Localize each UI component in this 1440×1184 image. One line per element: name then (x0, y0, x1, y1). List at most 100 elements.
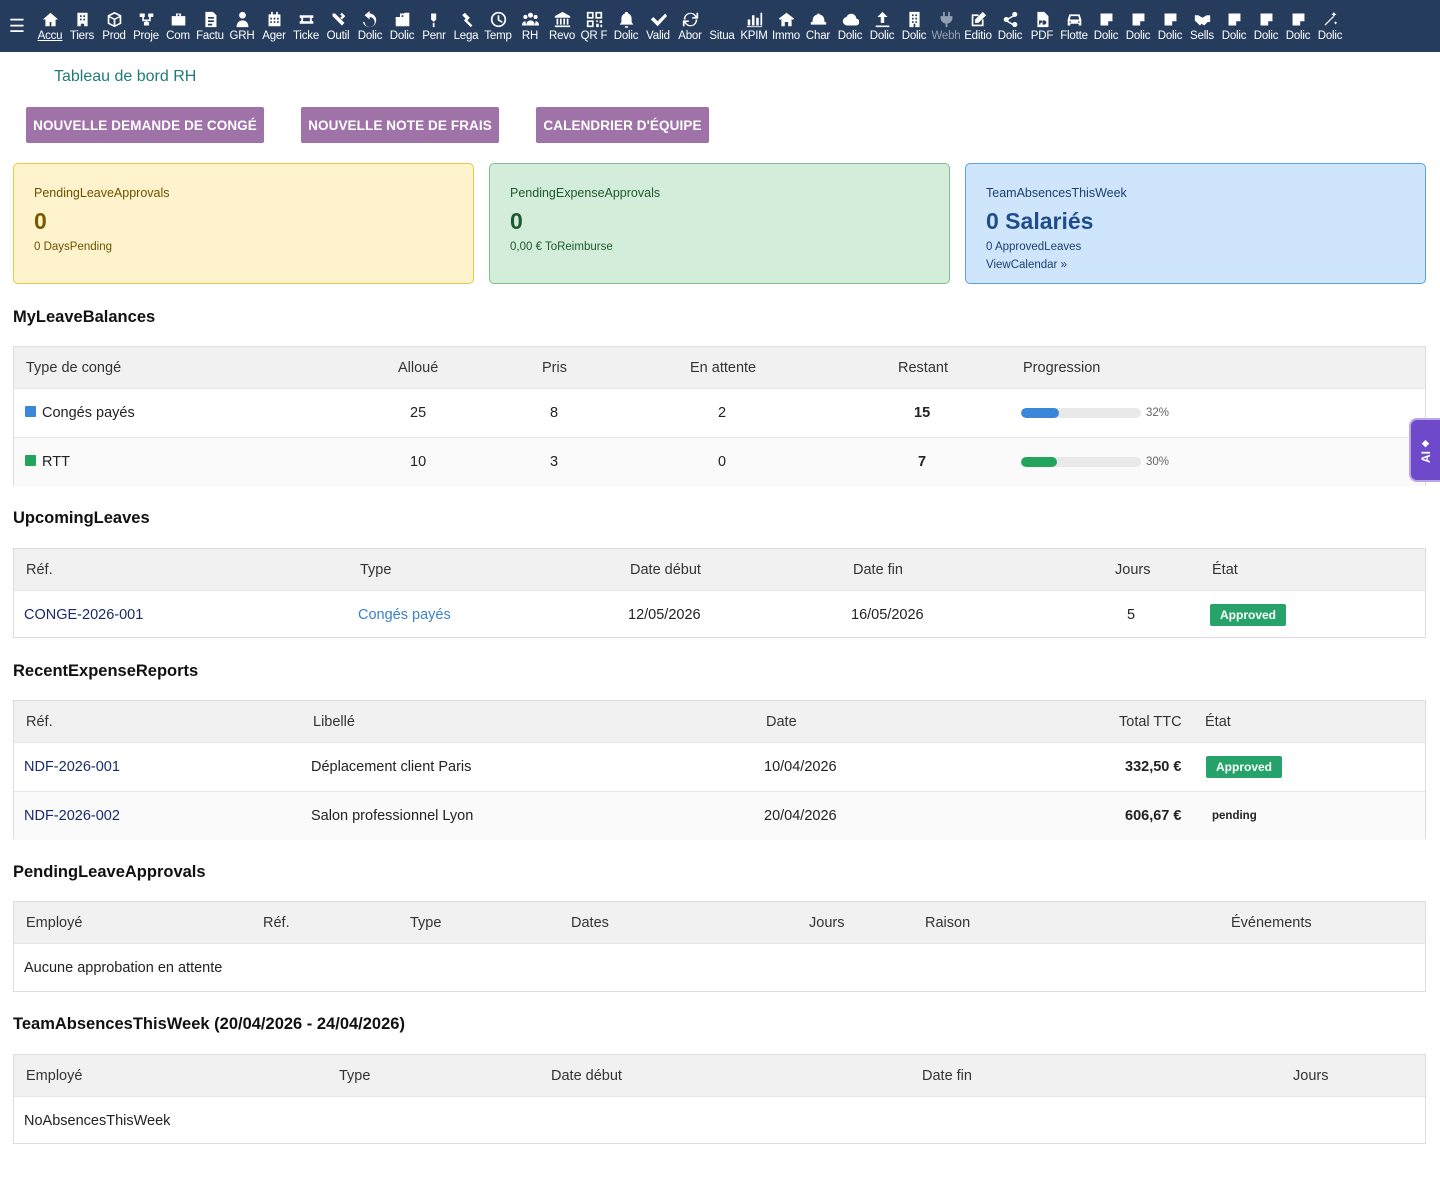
menu-item-18[interactable]: QR F (578, 0, 610, 52)
note-icon (1290, 9, 1307, 29)
menu-item-2[interactable]: Tiers (66, 0, 98, 52)
menu-item-14[interactable]: Lega (450, 0, 482, 52)
menu-item-9[interactable]: Ticke (290, 0, 322, 52)
pdf-icon (1034, 9, 1051, 29)
menu-item-4[interactable]: Proje (130, 0, 162, 52)
menu-item-label: Editio (964, 30, 992, 42)
card-title: PendingLeaveApprovals (34, 186, 170, 200)
upload-icon (874, 9, 891, 29)
col-header: Pris (542, 359, 567, 376)
menu-item-38[interactable]: Dolic (1218, 0, 1250, 52)
menu-item-label: Accu (37, 30, 63, 42)
menu-item-16[interactable]: RH (514, 0, 546, 52)
table-header: Réf. Libellé Date Total TTC État (14, 701, 1425, 742)
undo-icon (362, 9, 379, 29)
empty-row: NoAbsencesThisWeek (14, 1096, 1425, 1145)
menu-item-35[interactable]: Dolic (1122, 0, 1154, 52)
card-value: 0 Salariés (986, 208, 1094, 234)
col-header: Date début (630, 561, 701, 578)
menu-item-12[interactable]: Dolic (386, 0, 418, 52)
approvals-table: Employé Réf. Type Dates Jours Raison Évé… (13, 901, 1426, 992)
menu-item-1[interactable]: Accu (34, 0, 66, 52)
menu-item-label: PDF (1030, 30, 1054, 42)
table-row: RTT 10 3 0 7 30% (14, 437, 1425, 486)
menu-item-3[interactable]: Prod (98, 0, 130, 52)
menu-item-32[interactable]: PDF (1026, 0, 1058, 52)
menu-item-36[interactable]: Dolic (1154, 0, 1186, 52)
ai-assistant-tab[interactable]: ◆ AI (1409, 418, 1440, 482)
team-calendar-button[interactable]: CALENDRIER D'ÉQUIPE (536, 107, 709, 143)
view-calendar-link[interactable]: ViewCalendar » (986, 259, 1405, 271)
col-header: Jours (1293, 1067, 1329, 1084)
leave-type-link[interactable]: Congés payés (358, 607, 451, 623)
menu-item-5[interactable]: Com (162, 0, 194, 52)
menu-item-19[interactable]: Dolic (610, 0, 642, 52)
note-icon (1162, 9, 1179, 29)
menu-item-24[interactable]: Immo (770, 0, 802, 52)
menu-item-26[interactable]: Dolic (834, 0, 866, 52)
col-header: Jours (1115, 561, 1151, 578)
sync-icon (682, 9, 699, 29)
building-icon (74, 9, 91, 29)
menu-item-29[interactable]: Webh (930, 0, 962, 52)
card-sub: 0 DaysPending (34, 241, 112, 253)
menu-item-27[interactable]: Dolic (866, 0, 898, 52)
menu-item-40[interactable]: Dolic (1282, 0, 1314, 52)
menu-item-10[interactable]: Outil (322, 0, 354, 52)
new-leave-button[interactable]: NOUVELLE DEMANDE DE CONGÉ (26, 107, 264, 143)
menu-item-13[interactable]: Penr (418, 0, 450, 52)
tools-icon (330, 9, 347, 29)
col-header: Réf. (26, 713, 53, 730)
new-expense-button[interactable]: NOUVELLE NOTE DE FRAIS (301, 107, 499, 143)
menu-item-label: Temp (484, 30, 512, 42)
menu-item-label: Prod (102, 30, 126, 42)
menu-item-label: QR F (580, 30, 608, 42)
menu-item-34[interactable]: Dolic (1090, 0, 1122, 52)
expense-ref-link[interactable]: NDF-2026-002 (24, 808, 120, 824)
col-header: Type de congé (26, 359, 122, 376)
menu-item-label: Tiers (69, 30, 95, 42)
progress-bar (1021, 457, 1141, 467)
color-swatch (25, 455, 36, 467)
remaining: 7 (918, 454, 927, 470)
menu-item-11[interactable]: Dolic (354, 0, 386, 52)
progress-fill (1021, 408, 1060, 418)
menu-item-37[interactable]: Sells (1186, 0, 1218, 52)
sparkle-icon: ◆ (1422, 437, 1429, 448)
menu-item-41[interactable]: Dolic (1314, 0, 1346, 52)
hamburger-icon[interactable]: ☰ (0, 0, 34, 52)
menu-item-30[interactable]: Editio (962, 0, 994, 52)
pending: 0 (718, 454, 727, 470)
menu-item-21[interactable]: Abor (674, 0, 706, 52)
clock-icon (490, 9, 507, 29)
office-icon (906, 9, 923, 29)
menu-item-7[interactable]: GRH (226, 0, 258, 52)
menu-item-6[interactable]: Factu (194, 0, 226, 52)
menu-item-label: Dolic (389, 30, 415, 42)
menu-item-39[interactable]: Dolic (1250, 0, 1282, 52)
menu-item-label: Flotte (1060, 30, 1088, 42)
menu-item-label: Factu (196, 30, 224, 42)
menu-item-label: Dolic (1253, 30, 1279, 42)
check-double-icon (650, 9, 667, 29)
card-value: 0 (510, 208, 523, 234)
col-header: Date fin (922, 1067, 972, 1084)
menu-item-15[interactable]: Temp (482, 0, 514, 52)
menu-item-22[interactable]: Situa (706, 0, 738, 52)
leave-ref-link[interactable]: CONGE-2026-001 (24, 607, 143, 623)
menu-item-8[interactable]: Ager (258, 0, 290, 52)
empty-message: NoAbsencesThisWeek (24, 1113, 171, 1129)
menu-item-23[interactable]: KPIM (738, 0, 770, 52)
menu-item-25[interactable]: Char (802, 0, 834, 52)
menu-item-28[interactable]: Dolic (898, 0, 930, 52)
expense-ref-link[interactable]: NDF-2026-001 (24, 759, 120, 775)
empty-row: Aucune approbation en attente (14, 943, 1425, 992)
table-header: Employé Type Date début Date fin Jours (14, 1055, 1425, 1096)
menu-item-20[interactable]: Valid (642, 0, 674, 52)
hardhat-icon (810, 9, 827, 29)
menu-item-33[interactable]: Flotte (1058, 0, 1090, 52)
col-header: État (1205, 713, 1231, 730)
menu-item-17[interactable]: Revo (546, 0, 578, 52)
menu-item-31[interactable]: Dolic (994, 0, 1026, 52)
table-row: CONGE-2026-001 Congés payés 12/05/2026 1… (14, 590, 1425, 639)
